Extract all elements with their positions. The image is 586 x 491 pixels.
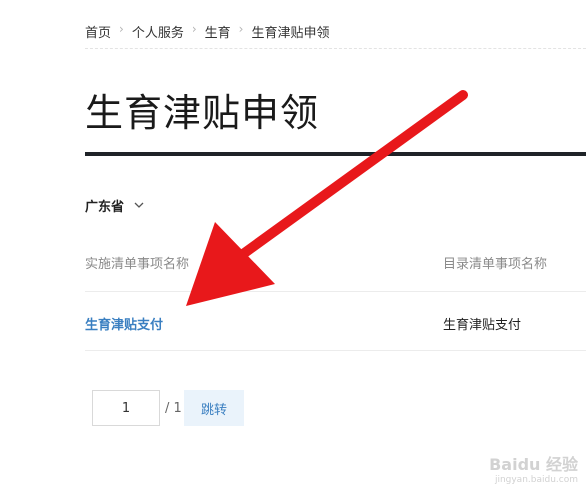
- breadcrumb-separator: ›: [119, 22, 124, 36]
- breadcrumb-item-personal-services[interactable]: 个人服务: [132, 22, 184, 41]
- chevron-down-icon: [134, 199, 144, 212]
- breadcrumb: 首页 › 个人服务 › 生育 › 生育津贴申领: [85, 22, 586, 49]
- column-header-catalog-item: 目录清单事项名称: [443, 257, 548, 272]
- breadcrumb-separator: ›: [191, 22, 197, 36]
- page-number-input[interactable]: [92, 390, 160, 426]
- page-total: / 1: [165, 401, 182, 416]
- column-header-implementation-item: 实施清单事项名称: [85, 257, 190, 272]
- annotation-arrow-icon: [186, 90, 468, 306]
- province-dropdown[interactable]: 广东省: [85, 196, 144, 215]
- watermark-main: Baidu 经验: [489, 455, 578, 474]
- table-divider: [85, 350, 586, 351]
- breadcrumb-item-home[interactable]: 首页: [85, 22, 111, 41]
- table-divider: [85, 291, 586, 292]
- annotation-arrow-head: [186, 222, 275, 306]
- page-title: 生育津贴申领: [85, 91, 320, 135]
- jump-button[interactable]: 跳转: [184, 390, 244, 426]
- breadcrumb-item-current: 生育津贴申领: [251, 26, 330, 41]
- watermark-sub: jingyan.baidu.com: [494, 475, 578, 485]
- watermark: Baidu 经验 jingyan.baidu.com: [489, 451, 578, 485]
- province-label: 广东省: [85, 200, 125, 215]
- implementation-item-link[interactable]: 生育津贴支付: [85, 314, 163, 333]
- breadcrumb-separator: ›: [238, 22, 244, 36]
- breadcrumb-item-maternity[interactable]: 生育: [205, 22, 231, 41]
- title-divider: [85, 152, 586, 156]
- catalog-item-cell: 生育津贴支付: [443, 318, 522, 333]
